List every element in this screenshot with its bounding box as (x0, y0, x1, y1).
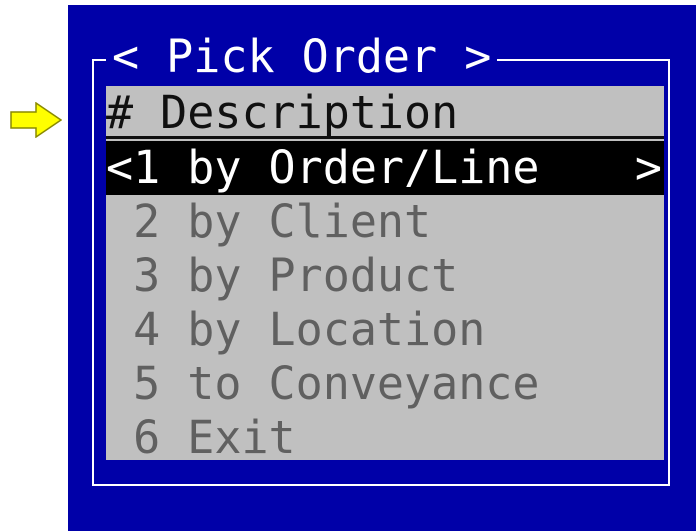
menu-item-label: 3 by Product (106, 249, 459, 302)
window-title: < Pick Order > (106, 30, 498, 84)
menu-item-label: <1 by Order/Line (106, 141, 540, 194)
menu-item-by-client[interactable]: 2 by Client (106, 195, 664, 249)
arrow-right-icon (10, 102, 62, 138)
menu-item-label: 4 by Location (106, 303, 486, 356)
selection-end-marker: > (634, 141, 662, 194)
menu-list: # Description <1 by Order/Line > 2 by Cl… (106, 86, 664, 460)
menu-item-by-location[interactable]: 4 by Location (106, 303, 664, 357)
menu-item-by-product[interactable]: 3 by Product (106, 249, 664, 303)
menu-item-by-order-line[interactable]: <1 by Order/Line > (106, 141, 664, 195)
menu-item-label: 2 by Client (106, 195, 432, 248)
menu-item-exit[interactable]: 6 Exit (106, 411, 664, 460)
header-divider (106, 136, 664, 139)
menu-item-label: 5 to Conveyance (106, 357, 540, 410)
menu-item-label: 6 Exit (106, 411, 296, 460)
header-label: # Description (106, 86, 459, 139)
menu-item-to-conveyance[interactable]: 5 to Conveyance (106, 357, 664, 411)
list-header: # Description (106, 86, 664, 140)
terminal-screen: < Pick Order > # Description <1 by Order… (68, 5, 696, 531)
